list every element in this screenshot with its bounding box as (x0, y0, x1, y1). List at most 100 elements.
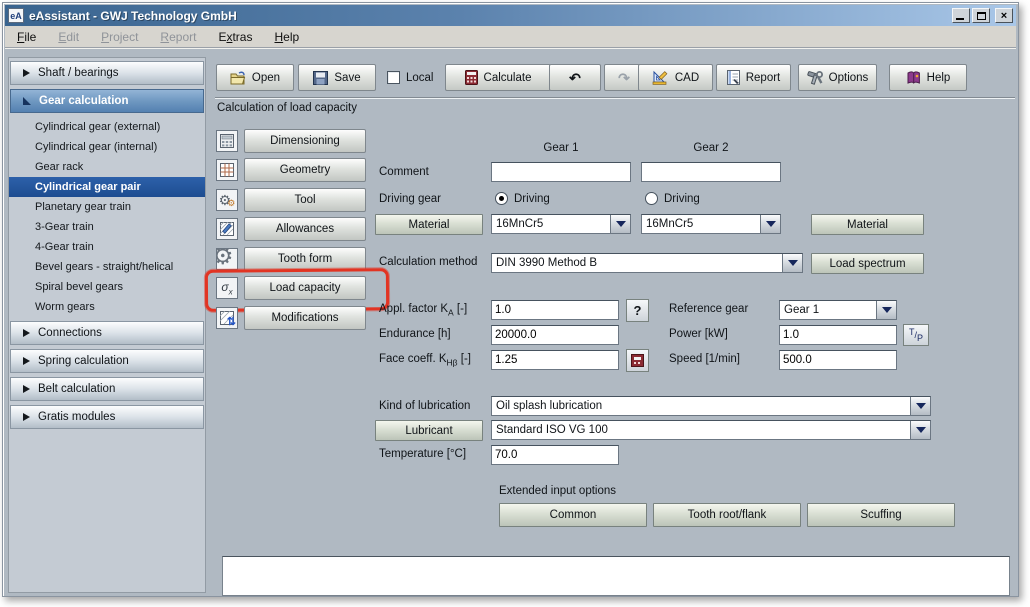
material-gear1-button[interactable]: Material (375, 214, 483, 235)
dropdown-arrow-icon[interactable] (760, 215, 780, 233)
gear2-column-header: Gear 2 (641, 142, 781, 154)
save-label: Save (334, 72, 360, 84)
allowances-button[interactable]: Allowances (244, 217, 366, 241)
undo-button[interactable]: ↶ (549, 64, 601, 91)
lubrication-dropdown[interactable]: Oil splash lubrication (491, 396, 931, 416)
comment-gear1-input[interactable] (491, 162, 631, 182)
menu-help[interactable]: Help (274, 30, 299, 44)
gear1-column-header: Gear 1 (491, 142, 631, 154)
appl-factor-help-button[interactable]: ? (626, 299, 649, 322)
collapsed-triangle-icon (23, 413, 30, 421)
options-label: Options (829, 72, 869, 84)
sidebar-item-planetary-gear-train[interactable]: Planetary gear train (9, 197, 205, 217)
maximize-icon (977, 12, 986, 20)
speed-label: Speed [1/min] (669, 353, 740, 365)
open-button[interactable]: Open (216, 64, 294, 91)
dropdown-arrow-icon[interactable] (910, 397, 930, 415)
report-button[interactable]: Report (716, 64, 791, 91)
torque-power-toggle-button[interactable]: T/P (903, 324, 929, 346)
power-label: Power [kW] (669, 328, 728, 340)
open-label: Open (252, 72, 280, 84)
dropdown-arrow-icon[interactable] (782, 254, 802, 272)
driving-gear1-radio-label: Driving (514, 193, 550, 205)
dimensioning-icon (216, 130, 238, 152)
speed-input[interactable] (779, 350, 897, 370)
modifications-button[interactable]: Modifications (244, 306, 366, 330)
power-input[interactable] (779, 325, 897, 345)
maximize-button[interactable] (972, 8, 990, 23)
section-label: Gratis modules (38, 411, 115, 423)
sidebar-item-3-gear-train[interactable]: 3-Gear train (9, 217, 205, 237)
common-button[interactable]: Common (499, 503, 647, 527)
face-coeff-input[interactable] (491, 350, 619, 370)
sidebar-section-shaft-bearings[interactable]: Shaft / bearings (10, 61, 204, 85)
face-coeff-calculator-button[interactable] (626, 349, 649, 372)
local-checkbox[interactable] (387, 71, 400, 84)
sidebar-section-gratis-modules[interactable]: Gratis modules (10, 405, 204, 429)
temperature-input[interactable] (491, 445, 619, 465)
material-gear2-dropdown[interactable]: 16MnCr5 (641, 214, 781, 234)
scuffing-button[interactable]: Scuffing (807, 503, 955, 527)
dropdown-arrow-icon[interactable] (910, 421, 930, 439)
sidebar-section-spring-calculation[interactable]: Spring calculation (10, 349, 204, 373)
cad-button[interactable]: CAD (638, 64, 713, 91)
calculate-button[interactable]: Calculate (445, 64, 551, 91)
options-button[interactable]: Options (798, 64, 877, 91)
tooth-root-flank-button[interactable]: Tooth root/flank (653, 503, 801, 527)
close-button[interactable]: × (995, 8, 1013, 23)
dropdown-arrow-icon[interactable] (610, 215, 630, 233)
collapsed-triangle-icon (23, 69, 30, 77)
collapsed-triangle-icon (23, 329, 30, 337)
lubrication-label: Kind of lubrication (379, 400, 470, 412)
menu-report: Report (160, 30, 196, 44)
section-label: Gear calculation (39, 95, 128, 107)
sidebar-section-connections[interactable]: Connections (10, 321, 204, 345)
material-gear2-button[interactable]: Material (811, 214, 924, 235)
section-label: Connections (38, 327, 102, 339)
title-bar[interactable]: eA eAssistant - GWJ Technology GmbH × (5, 5, 1016, 26)
dropdown-arrow-icon[interactable] (876, 301, 896, 319)
load-capacity-button[interactable]: Load capacity (244, 276, 366, 300)
sidebar-item-4-gear-train[interactable]: 4-Gear train (9, 237, 205, 257)
reference-gear-dropdown[interactable]: Gear 1 (779, 300, 897, 320)
lubricant-button[interactable]: Lubricant (375, 420, 483, 441)
tool-button[interactable]: Tool (244, 188, 366, 212)
driving-gear1-radio[interactable] (495, 192, 508, 205)
driving-gear2-radio[interactable] (645, 192, 658, 205)
app-window: eA eAssistant - GWJ Technology GmbH × Fi… (2, 2, 1019, 597)
driving-gear2-radio-label: Driving (664, 193, 700, 205)
toolbar-separator (215, 97, 1015, 99)
sidebar-item-cylindrical-gear-internal[interactable]: Cylindrical gear (internal) (9, 137, 205, 157)
lubricant-dropdown[interactable]: Standard ISO VG 100 (491, 420, 931, 440)
calculation-method-dropdown[interactable]: DIN 3990 Method B (491, 253, 803, 273)
appl-factor-input[interactable] (491, 300, 619, 320)
report-document-icon (727, 70, 740, 85)
sidebar-section-gear-calculation[interactable]: Gear calculation (10, 89, 204, 113)
sidebar-item-cylindrical-gear-external[interactable]: Cylindrical gear (external) (9, 117, 205, 137)
menu-file[interactable]: File (17, 30, 36, 44)
sidebar-section-belt-calculation[interactable]: Belt calculation (10, 377, 204, 401)
allowances-icon (216, 218, 238, 240)
temperature-label: Temperature [°C] (379, 448, 466, 460)
material-gear1-dropdown[interactable]: 16MnCr5 (491, 214, 631, 234)
tooth-form-icon: ⚙ (216, 248, 238, 270)
sidebar-item-cylindrical-gear-pair[interactable]: Cylindrical gear pair (9, 177, 205, 197)
sidebar-item-spiral-bevel-gears[interactable]: Spiral bevel gears (9, 277, 205, 297)
endurance-input[interactable] (491, 325, 619, 345)
sidebar-item-bevel-gears[interactable]: Bevel gears - straight/helical (9, 257, 205, 277)
sidebar-item-worm-gears[interactable]: Worm gears (9, 297, 205, 317)
dimensioning-button[interactable]: Dimensioning (244, 129, 366, 153)
save-button[interactable]: Save (298, 64, 376, 91)
tooth-form-button[interactable]: Tooth form (244, 247, 366, 271)
redo-icon: ↷ (618, 71, 630, 85)
sidebar-item-gear-rack[interactable]: Gear rack (9, 157, 205, 177)
modifications-icon: ⇅ (216, 307, 238, 329)
load-spectrum-button[interactable]: Load spectrum (811, 253, 924, 274)
collapsed-triangle-icon (23, 385, 30, 393)
help-button[interactable]: Help (889, 64, 967, 91)
local-checkbox-label: Local (406, 72, 434, 84)
menu-extras[interactable]: Extras (218, 30, 252, 44)
minimize-button[interactable] (952, 8, 970, 23)
geometry-button[interactable]: Geometry (244, 158, 366, 182)
comment-gear2-input[interactable] (641, 162, 781, 182)
